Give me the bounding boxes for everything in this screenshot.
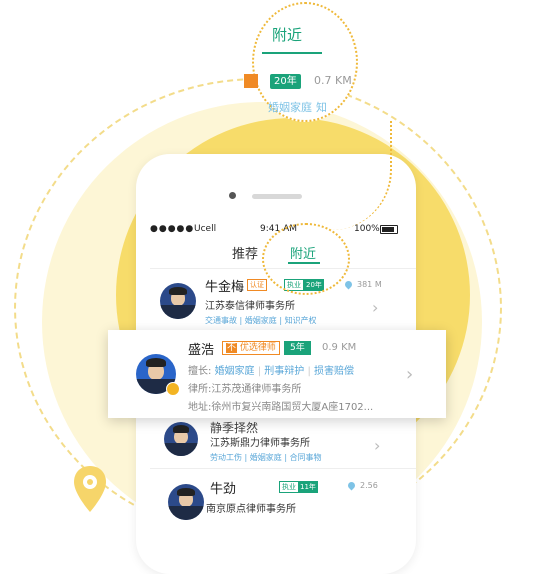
certified-badge: 认证 bbox=[247, 279, 267, 291]
avatar[interactable] bbox=[168, 484, 204, 520]
magnified-tab-nearby: 附近 bbox=[272, 26, 303, 44]
verified-icon bbox=[166, 382, 180, 396]
signal-icon: ●●●●● bbox=[150, 224, 195, 234]
carrier-label: Ucell bbox=[194, 224, 217, 234]
tag-list: 交通事故 | 婚姻家庭 | 知识产权 bbox=[205, 316, 317, 325]
specialty-label: 擅长: bbox=[188, 366, 212, 377]
magnified-tag: 知 bbox=[316, 101, 327, 114]
tag[interactable]: 交通事故 bbox=[205, 316, 237, 325]
map-pin-icon bbox=[74, 466, 106, 512]
tag[interactable]: 损害赔偿 bbox=[314, 366, 354, 377]
firm-name: 江苏泰信律师事务所 bbox=[205, 301, 295, 312]
tab-recommended[interactable]: 推荐 bbox=[232, 243, 258, 262]
years-badge: 11年 bbox=[298, 481, 318, 493]
tag[interactable]: 刑事辩护 bbox=[264, 366, 304, 377]
lawyer-name[interactable]: 牛劲 bbox=[210, 478, 236, 497]
small-magnifier-ring bbox=[262, 223, 350, 295]
battery-percent: 100% bbox=[354, 224, 380, 234]
tag[interactable]: 婚姻家庭 bbox=[215, 366, 255, 377]
firm-name: 江苏茂通律师事务所 bbox=[211, 384, 302, 395]
battery-icon bbox=[380, 225, 398, 234]
address-text: 徐州市复兴南路国贸大厦A座1702... bbox=[211, 402, 374, 413]
address-label: 地址: bbox=[188, 402, 212, 413]
chevron-right-icon[interactable]: › bbox=[372, 298, 378, 317]
row-divider bbox=[150, 468, 416, 469]
distance-label: 0.9 KM bbox=[322, 342, 357, 353]
chevron-right-icon[interactable]: › bbox=[406, 364, 413, 385]
lawyer-name[interactable]: 盛浩 bbox=[188, 339, 214, 358]
phone-camera bbox=[229, 192, 236, 199]
tag[interactable]: 劳动工伤 bbox=[210, 453, 242, 462]
lawyer-card-highlighted[interactable]: 盛浩 不 优选律师 5年 0.9 KM 擅长: 婚姻家庭 | 刑事辩护 | 损害… bbox=[108, 330, 446, 418]
tag-list: 劳动工伤 | 婚姻家庭 | 合同事物 bbox=[210, 453, 322, 462]
tag[interactable]: 婚姻家庭 bbox=[250, 453, 282, 462]
magnified-tab-underline bbox=[262, 52, 322, 54]
chevron-right-icon[interactable]: › bbox=[374, 436, 380, 455]
distance-label: 2.56 bbox=[360, 481, 378, 490]
magnified-years-badge: 20年 bbox=[270, 74, 301, 89]
tag[interactable]: 合同事物 bbox=[290, 453, 322, 462]
years-badge: 5年 bbox=[284, 341, 311, 355]
firm-row: 律所:江苏茂通律师事务所 bbox=[188, 380, 301, 395]
license-badge: 执业 bbox=[279, 481, 299, 493]
tag[interactable]: 婚姻家庭 bbox=[245, 316, 277, 325]
phone-speaker bbox=[252, 194, 302, 199]
firm-name: 南京原点律师事务所 bbox=[206, 504, 296, 515]
firm-label: 律所: bbox=[188, 384, 212, 395]
magnified-badge bbox=[244, 74, 258, 88]
firm-name: 江苏斯鼎力律师事务所 bbox=[210, 438, 310, 449]
address-row: 地址:徐州市复兴南路国贸大厦A座1702... bbox=[188, 398, 373, 413]
preferred-icon: 不 bbox=[226, 343, 238, 353]
avatar[interactable] bbox=[160, 283, 196, 319]
magnified-tag: 婚姻家庭 bbox=[268, 101, 312, 114]
tag[interactable]: 知识产权 bbox=[285, 316, 317, 325]
specialty-row: 擅长: 婚姻家庭 | 刑事辩护 | 损害赔偿 bbox=[188, 366, 355, 377]
preferred-badge: 不 优选律师 bbox=[222, 341, 280, 355]
magnified-distance: 0.7 KM bbox=[314, 74, 352, 87]
distance-label: 381 M bbox=[357, 280, 382, 289]
lawyer-name[interactable]: 牛金梅 bbox=[205, 276, 244, 295]
avatar[interactable] bbox=[164, 422, 198, 456]
